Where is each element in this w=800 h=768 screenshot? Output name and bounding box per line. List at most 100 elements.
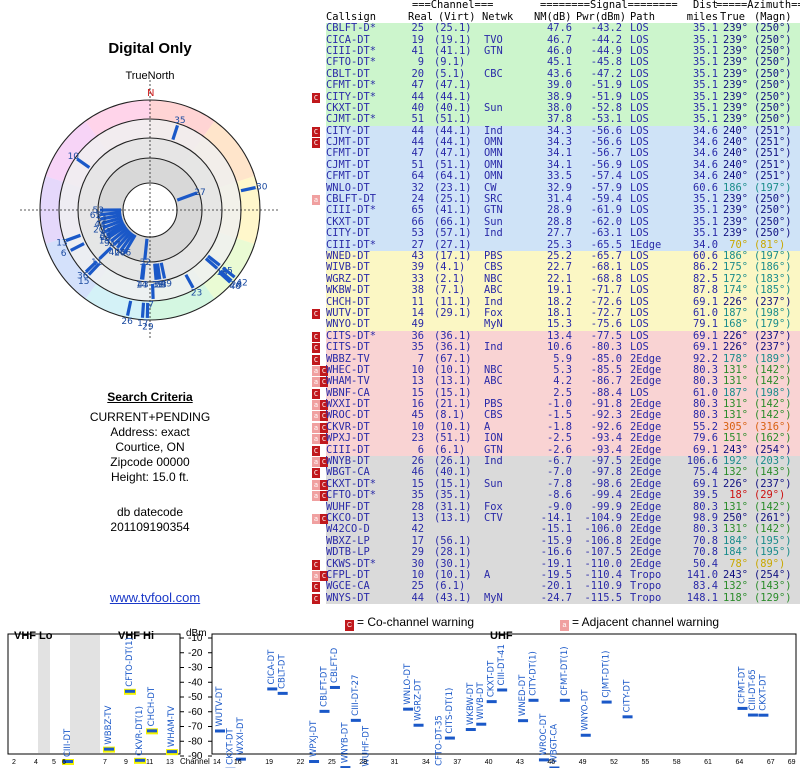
bar-label: WKBW-DT bbox=[466, 682, 476, 725]
x-tick-label: 49 bbox=[579, 759, 587, 766]
table-row[interactable]: C CITS-DT 35 (36.1) Ind 10.6 -80.3 LOS 69.1 226° (… bbox=[312, 341, 800, 354]
x-tick-label: 34 bbox=[422, 759, 430, 766]
y-tick-label: -10 bbox=[188, 633, 203, 644]
x-tick-label: 67 bbox=[767, 759, 775, 766]
station-bar bbox=[140, 302, 146, 318]
cell-dist: 148.1 bbox=[686, 591, 718, 604]
cell-az-magn: (195°) bbox=[754, 546, 792, 559]
x-tick-label: 16 bbox=[234, 759, 242, 766]
group-header-dist: Dist bbox=[692, 0, 718, 11]
table-row[interactable]: CJMT-DT* 51 (51.1) 37.8 -53.1 LOS 35.1 239° (250… bbox=[312, 114, 800, 126]
bar-label: CKXT-DT bbox=[758, 673, 768, 710]
bar-label: CFMT-DT bbox=[738, 666, 748, 704]
bar-label: CIII-DT-27 bbox=[351, 674, 361, 715]
adjacent-flag: a bbox=[312, 411, 320, 422]
cell-virt: (43.1) bbox=[434, 591, 472, 604]
cell-virt: (36.1) bbox=[434, 341, 472, 354]
signal-bar bbox=[528, 698, 539, 702]
station-label: 13 bbox=[56, 238, 67, 248]
criteria-line: CURRENT+PENDING bbox=[89, 410, 211, 424]
station-bar bbox=[139, 263, 146, 280]
table-row[interactable]: a C CFTO-DT* 35 (35.1) -8.6 -99.4 2Edge 39.5 18°(… bbox=[312, 490, 800, 502]
bar-label: WNLO-DT bbox=[403, 663, 413, 705]
x-tick-label: 25 bbox=[328, 759, 336, 766]
x-tick-label: 37 bbox=[453, 759, 461, 766]
uhf-title: UHF bbox=[490, 630, 513, 642]
cell-virt: (29.1) bbox=[434, 306, 472, 319]
table-row[interactable]: a C WHAM-TV 13 (13.1) ABC 4.2 -86.7 2Edge 80.3 131… bbox=[312, 376, 800, 388]
x-tick-label: 14 bbox=[213, 759, 221, 766]
signal-bar bbox=[413, 723, 424, 727]
cell-az-true: 118° bbox=[722, 591, 748, 604]
bar-label: CITY-DT bbox=[623, 679, 633, 712]
table-row[interactable]: CFMT-DT* 47 (47.1) 39.0 -51.9 LOS 35.1 239° (250… bbox=[312, 79, 800, 92]
cochannel-flag: C bbox=[312, 138, 320, 149]
cell-path: LOS bbox=[630, 341, 649, 354]
y-tick-label: -60 bbox=[188, 707, 203, 718]
station-label: 66 bbox=[120, 249, 132, 259]
x-tick-label: 69 bbox=[788, 759, 796, 766]
cell-netwk: CTV bbox=[484, 511, 503, 524]
cell-nm: -24.7 bbox=[540, 591, 572, 604]
cochannel-flag: C bbox=[312, 388, 320, 399]
x-tick-label: 64 bbox=[736, 759, 744, 766]
cell-virt: (47.1) bbox=[434, 79, 472, 92]
table-row[interactable]: a C WPXJ-DT 23 (51.1) ION -2.5 -93.4 2Edge 79.6 15… bbox=[312, 433, 800, 445]
adjacent-flag: a bbox=[312, 570, 320, 581]
signal-bar bbox=[277, 691, 288, 695]
table-row[interactable]: C WGCE-CA 25 (6.1) -20.1 -110.9 Tropo 83.4 132°(… bbox=[312, 581, 800, 593]
cochannel-flag: C bbox=[312, 308, 320, 319]
cell-virt: (28.1) bbox=[434, 546, 472, 559]
cochannel-flag: C bbox=[312, 354, 320, 365]
station-label: 14 bbox=[136, 280, 148, 290]
signal-bar bbox=[601, 700, 612, 704]
cochannel-flag: C bbox=[312, 593, 320, 604]
x-tick-label: 58 bbox=[673, 759, 681, 766]
cell-az-true: 226° bbox=[722, 341, 748, 354]
bar-label: WNYB-DT bbox=[340, 722, 350, 763]
x-tick-label: 11 bbox=[146, 759, 153, 766]
signal-bar bbox=[580, 733, 591, 737]
vhf-hi-title: VHF Hi bbox=[118, 630, 154, 642]
x-tick-label: 6 bbox=[62, 759, 66, 766]
adjacent-flag: a bbox=[312, 422, 320, 433]
station-label: 46 bbox=[229, 282, 241, 292]
cell-netwk: A bbox=[484, 568, 491, 581]
x-tick-label: 28 bbox=[359, 759, 367, 766]
cell-virt: (13.1) bbox=[434, 511, 472, 524]
station-label: 29 bbox=[142, 322, 154, 332]
cell-callsign: WDTB-LP bbox=[326, 546, 370, 559]
cell-dist: 70.8 bbox=[692, 546, 718, 559]
x-tick-label: 22 bbox=[297, 759, 305, 766]
bar-label: CIII-DT-65 bbox=[748, 669, 758, 710]
table-row[interactable]: CITY-DT 53 (57.1) Ind 27.7 -63.1 LOS 35.1 239° (2… bbox=[312, 228, 800, 240]
vhf-gap-band bbox=[70, 635, 100, 753]
tvfool-link[interactable]: www.tvfool.com bbox=[0, 590, 310, 605]
cell-az-magn: (250°) bbox=[754, 79, 792, 92]
bar-label: CKVR-DT(1) bbox=[135, 706, 145, 756]
signal-bar bbox=[403, 707, 414, 711]
table-row[interactable]: CFMT-DT 64 (64.1) OMN 33.5 -57.4 LOS 34.6 240° (2… bbox=[312, 171, 800, 183]
table-row[interactable]: WKBW-DT 38 (7.1) ABC 19.1 -71.7 LOS 87.8 174° (18… bbox=[312, 285, 800, 297]
signal-bar bbox=[486, 700, 497, 704]
cell-netwk: Ind bbox=[484, 341, 503, 354]
cell-path: LOS bbox=[630, 79, 649, 92]
table-row[interactable]: WDTB-LP 29 (28.1) -16.6 -107.5 2Edge 70.8 184° (… bbox=[312, 546, 800, 559]
signal-bar bbox=[465, 728, 476, 732]
polar-chart: N351027302519419204744405164246566531311… bbox=[20, 80, 280, 340]
table-row[interactable]: CBLFT-D* 25 (25.1) 47.6 -43.2 LOS 35.1 239° (250… bbox=[312, 23, 800, 35]
signal-bar bbox=[329, 685, 340, 689]
x-tick-label: 40 bbox=[485, 759, 493, 766]
bar-label: WNYO-DT bbox=[581, 689, 591, 731]
adjacent-flag: a bbox=[312, 400, 320, 411]
cell-callsign: CFMT-DT* bbox=[326, 79, 377, 92]
x-tick-label: 19 bbox=[265, 759, 273, 766]
signal-bar bbox=[350, 718, 361, 722]
bar-label: WGRZ-DT bbox=[414, 679, 424, 721]
signal-bar bbox=[497, 688, 508, 692]
x-tick-label: 9 bbox=[124, 759, 128, 766]
cell-callsign: CITS-DT bbox=[326, 341, 370, 354]
cell-pwr: -107.5 bbox=[584, 546, 622, 559]
criteria-line: Zipcode 00000 bbox=[110, 455, 190, 469]
table-row[interactable]: C WNYS-DT 44 (43.1) MyN -24.7 -115.5 Tropo 148.1… bbox=[312, 591, 800, 605]
